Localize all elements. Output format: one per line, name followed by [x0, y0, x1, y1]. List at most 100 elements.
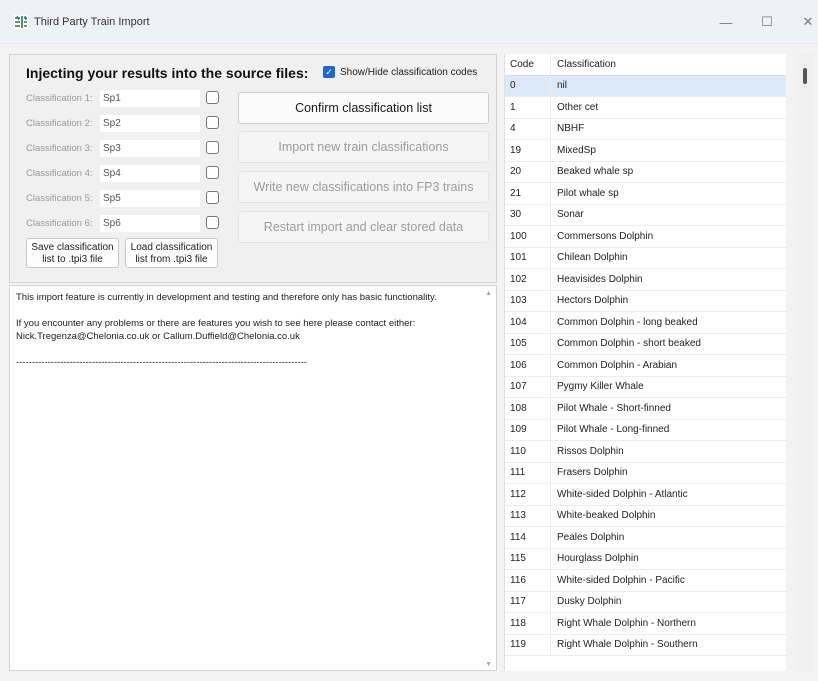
log-line: This import feature is currently in deve… — [16, 292, 437, 303]
table-row[interactable]: 117 Dusky Dolphin — [505, 591, 786, 613]
table-row[interactable]: 4 NBHF — [505, 118, 786, 140]
code-cell: 4 — [505, 118, 551, 139]
classification-cell: Rissos Dolphin — [557, 445, 624, 457]
classification-5-input[interactable] — [100, 189, 200, 207]
code-cell: 107 — [505, 376, 551, 397]
window-title: Third Party Train Import — [34, 16, 150, 28]
table-row[interactable]: 110 Rissos Dolphin — [505, 441, 786, 463]
classification-row-4: Classification 4: — [26, 164, 219, 182]
classification-3-input[interactable] — [100, 139, 200, 157]
table-row[interactable]: 21 Pilot whale sp — [505, 183, 786, 205]
classification-cell: Right Whale Dolphin - Northern — [557, 617, 696, 629]
write-classifications-button[interactable]: Write new classifications into FP3 train… — [238, 171, 489, 203]
classification-6-checkbox[interactable] — [206, 216, 219, 229]
table-row[interactable]: 104 Common Dolphin - long beaked — [505, 312, 786, 334]
classification-6-input[interactable] — [100, 214, 200, 232]
table-row[interactable]: 101 Chilean Dolphin — [505, 247, 786, 269]
classification-4-input[interactable] — [100, 164, 200, 182]
code-cell: 108 — [505, 398, 551, 419]
table-row[interactable]: 30 Sonar — [505, 204, 786, 226]
classification-cell: Commersons Dolphin — [557, 230, 654, 242]
close-button[interactable]: ✕ — [786, 10, 818, 34]
table-row[interactable]: 109 Pilot Whale - Long-finned — [505, 419, 786, 441]
minimize-button[interactable]: — — [704, 10, 748, 34]
code-cell: 112 — [505, 484, 551, 505]
classification-2-input[interactable] — [100, 114, 200, 132]
scrollbar-thumb[interactable] — [803, 68, 807, 84]
code-cell: 104 — [505, 312, 551, 333]
save-classification-list-button[interactable]: Save classification list to .tpi3 file — [26, 238, 119, 268]
table-scrollbar[interactable] — [796, 54, 814, 671]
table-row[interactable]: 116 White-sided Dolphin - Pacific — [505, 570, 786, 592]
classification-cell: White-sided Dolphin - Pacific — [557, 574, 685, 586]
code-cell: 114 — [505, 527, 551, 548]
table-row[interactable]: 107 Pygmy Killer Whale — [505, 376, 786, 398]
classification-cell: Beaked whale sp — [557, 166, 634, 178]
scroll-up-arrow-icon[interactable]: ▲ — [485, 290, 492, 297]
code-cell: 20 — [505, 161, 551, 182]
classification-cell: Chilean Dolphin — [557, 252, 628, 264]
code-cell: 1 — [505, 97, 551, 118]
classification-cell: NBHF — [557, 123, 585, 135]
table-row[interactable]: 20 Beaked whale sp — [505, 161, 786, 183]
classification-5-checkbox[interactable] — [206, 191, 219, 204]
table-row[interactable]: 106 Common Dolphin - Arabian — [505, 355, 786, 377]
maximize-button[interactable]: ☐ — [745, 10, 789, 34]
code-cell: 119 — [505, 634, 551, 655]
classification-cell: MixedSp — [557, 144, 596, 156]
code-cell: 113 — [505, 505, 551, 526]
code-cell: 0 — [505, 75, 551, 96]
table-row[interactable]: 19 MixedSp — [505, 140, 786, 162]
classification-cell: Common Dolphin - short beaked — [557, 338, 701, 350]
code-column-header[interactable]: Code — [505, 54, 551, 75]
table-row[interactable]: 118 Right Whale Dolphin - Northern — [505, 613, 786, 635]
table-row[interactable]: 114 Peales Dolphin — [505, 527, 786, 549]
classification-cell: Sonar — [557, 209, 584, 221]
classification-row-2: Classification 2: — [26, 114, 219, 132]
table-row[interactable]: 100 Commersons Dolphin — [505, 226, 786, 248]
show-hide-codes-toggle[interactable]: ✓ Show/Hide classification codes — [323, 66, 477, 78]
table-row[interactable]: 108 Pilot Whale - Short-finned — [505, 398, 786, 420]
load-classification-list-button[interactable]: Load classification list from .tpi3 file — [125, 238, 218, 268]
code-cell: 30 — [505, 204, 551, 225]
table-row[interactable]: 103 Hectors Dolphin — [505, 290, 786, 312]
restart-import-button[interactable]: Restart import and clear stored data — [238, 211, 489, 243]
table-row[interactable]: 102 Heavisides Dolphin — [505, 269, 786, 291]
classification-cell: Common Dolphin - long beaked — [557, 316, 698, 328]
table-row[interactable]: 119 Right Whale Dolphin - Southern — [505, 634, 786, 656]
classification-cell: Right Whale Dolphin - Southern — [557, 639, 698, 651]
classification-codes-table[interactable]: Code Classification 0 nil 1 Other cet 4 NBHF 1… — [504, 54, 786, 671]
code-cell: 105 — [505, 333, 551, 354]
classification-2-checkbox[interactable] — [206, 116, 219, 129]
classification-cell: nil — [557, 80, 568, 92]
classification-4-checkbox[interactable] — [206, 166, 219, 179]
scroll-down-arrow-icon[interactable]: ▼ — [485, 661, 492, 668]
classification-1-input[interactable] — [100, 89, 200, 107]
table-row[interactable]: 105 Common Dolphin - short beaked — [505, 333, 786, 355]
classification-cell: Heavisides Dolphin — [557, 273, 643, 285]
classification-label: Classification 3: — [26, 142, 93, 154]
classification-cell: Pilot Whale - Long-finned — [557, 424, 670, 436]
code-cell: 109 — [505, 419, 551, 440]
table-row[interactable]: 112 White-sided Dolphin - Atlantic — [505, 484, 786, 506]
table-row[interactable]: 111 Frasers Dolphin — [505, 462, 786, 484]
panel-heading: Injecting your results into the source f… — [26, 65, 309, 81]
table-row[interactable]: 115 Hourglass Dolphin — [505, 548, 786, 570]
table-row[interactable]: 113 White-beaked Dolphin — [505, 505, 786, 527]
confirm-classification-list-button[interactable]: Confirm classification list — [238, 92, 489, 124]
code-cell: 118 — [505, 613, 551, 634]
classification-cell: White-beaked Dolphin — [557, 510, 656, 522]
import-train-classifications-button[interactable]: Import new train classifications — [238, 131, 489, 163]
table-row[interactable]: 1 Other cet — [505, 97, 786, 119]
classification-label: Classification 5: — [26, 192, 93, 204]
log-textbox[interactable]: This import feature is currently in deve… — [9, 285, 497, 671]
code-cell: 116 — [505, 570, 551, 591]
table-row[interactable]: 0 nil — [505, 75, 786, 97]
check-icon[interactable]: ✓ — [323, 66, 335, 78]
classification-row-3: Classification 3: — [26, 139, 219, 157]
code-cell: 19 — [505, 140, 551, 161]
classification-column-header[interactable]: Classification — [551, 59, 616, 70]
classification-3-checkbox[interactable] — [206, 141, 219, 154]
classification-1-checkbox[interactable] — [206, 91, 219, 104]
classification-cell: White-sided Dolphin - Atlantic — [557, 488, 688, 500]
